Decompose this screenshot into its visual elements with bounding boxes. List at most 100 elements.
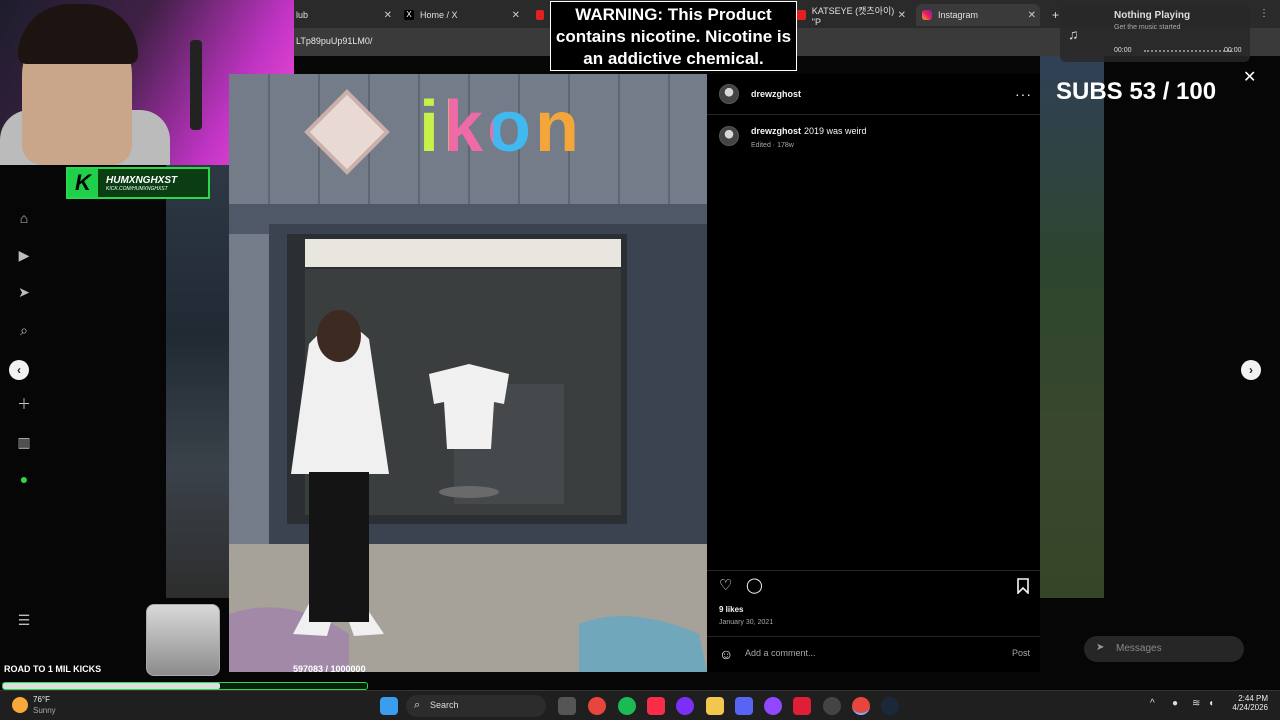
next-post-button[interactable]: ›	[1241, 360, 1261, 380]
music-note-icon: ♫	[1068, 26, 1079, 42]
tab-label: Home / X	[420, 10, 458, 20]
search-icon[interactable]: ⌕	[14, 320, 34, 340]
home-icon[interactable]: ⌂	[14, 208, 34, 228]
webcam-hair	[18, 4, 138, 64]
post-date: January 30, 2021	[719, 619, 774, 626]
tray-chevron-icon[interactable]: ^	[1150, 698, 1155, 709]
like-count[interactable]: 9 likes	[719, 605, 743, 614]
window-menu-icon[interactable]: ⋮	[1259, 8, 1269, 19]
comment-input[interactable]: Add a comment...	[745, 648, 816, 658]
music-progress	[1144, 50, 1232, 53]
obs-icon[interactable]	[823, 697, 841, 715]
caption-text: 2019 was weird	[804, 126, 867, 136]
search-label: Search	[430, 700, 459, 710]
steam-icon[interactable]	[881, 697, 899, 715]
storefront-sign: ikon	[419, 86, 583, 168]
road-count: 597083 / 1000000	[293, 664, 366, 674]
tab-x-home[interactable]: X Home / X ✕	[398, 4, 524, 26]
app-icon[interactable]	[676, 697, 694, 715]
tab-youtube[interactable]	[530, 4, 550, 26]
comment-bar: ☺ Add a comment... Post	[707, 642, 1040, 666]
clock-date: 4/24/2026	[1232, 703, 1268, 712]
subs-goal: SUBS 53 / 100	[1056, 78, 1217, 105]
music-app-icon[interactable]	[647, 697, 665, 715]
comment-divider	[707, 636, 1040, 637]
weather-temp[interactable]: 76°F	[33, 695, 50, 704]
instagram-icon	[922, 10, 932, 20]
dashboard-icon[interactable]: ▥	[14, 432, 34, 452]
x-icon: X	[404, 10, 414, 20]
system-clock[interactable]: 2:44 PM 4/24/2026	[1226, 694, 1268, 712]
tab-instagram[interactable]: Instagram ✕	[916, 4, 1040, 26]
spotify-icon[interactable]	[618, 697, 636, 715]
more-menu-icon[interactable]: ☰	[14, 610, 34, 630]
reels-icon[interactable]: ▶	[14, 245, 34, 265]
emoji-icon[interactable]: ☺	[719, 646, 733, 662]
post-image[interactable]: ikon	[229, 74, 707, 672]
post-comment-button[interactable]: Post	[1012, 648, 1030, 658]
send-icon: ➤	[1096, 642, 1105, 653]
tab-label: KATSEYE (캣츠아이) "P	[811, 5, 895, 27]
new-tab-button[interactable]: +	[1046, 4, 1060, 26]
url-text[interactable]: LTp89puUp91LM0/	[296, 36, 372, 46]
file-explorer-icon[interactable]	[706, 697, 724, 715]
close-icon[interactable]: ✕	[1028, 10, 1036, 21]
twitch-icon[interactable]	[764, 697, 782, 715]
tab-katseye[interactable]: KATSEYE (캣츠아이) "P ✕	[790, 4, 910, 27]
tab-label: lub	[296, 10, 309, 20]
task-view-icon[interactable]	[558, 697, 576, 715]
tab-github[interactable]: lub ✕	[290, 4, 396, 26]
heart-icon[interactable]: ♡	[719, 578, 732, 593]
direct-icon[interactable]: ➤	[14, 282, 34, 302]
kick-jar	[146, 604, 220, 676]
previous-post-button[interactable]: ‹	[9, 360, 29, 380]
kick-badge: K HUMXNGHXST KICK.COM/HUMXNGHXST	[66, 167, 210, 199]
create-icon[interactable]: ＋	[14, 394, 34, 414]
music-time-start: 00:00	[1114, 47, 1132, 54]
comment-icon[interactable]: ◯	[746, 578, 763, 593]
weather-desc[interactable]: Sunny	[33, 706, 56, 715]
youtube-icon	[536, 10, 544, 20]
microphone	[190, 40, 202, 130]
road-progress-fill	[3, 683, 221, 689]
music-title: Nothing Playing	[1114, 10, 1191, 21]
taskbar-search[interactable]: ⌕ Search	[406, 695, 546, 717]
kick-logo-icon: K	[68, 169, 98, 197]
author-avatar[interactable]	[719, 84, 739, 104]
chrome-icon[interactable]	[588, 697, 606, 715]
music-subtitle: Get the music started	[1114, 24, 1181, 31]
messages-button[interactable]: ➤ Messages	[1084, 636, 1244, 662]
search-icon: ⌕	[414, 699, 421, 711]
app-red-icon[interactable]	[793, 697, 811, 715]
music-widget: ♫ Nothing Playing Get the music started …	[1060, 6, 1250, 62]
close-icon[interactable]: ✕	[512, 10, 520, 21]
youtube-icon	[796, 10, 806, 20]
header-divider	[707, 114, 1040, 115]
edited-meta: Edited · 178w	[751, 142, 794, 149]
tab-label: Instagram	[938, 10, 979, 20]
road-label: ROAD TO 1 MIL KICKS	[4, 664, 102, 674]
volume-icon[interactable]: ◖	[1208, 698, 1214, 709]
discord-icon[interactable]	[735, 697, 753, 715]
bookmark-icon[interactable]	[1016, 578, 1030, 597]
clock-time: 2:44 PM	[1238, 694, 1268, 703]
close-icon[interactable]: ✕	[898, 10, 906, 21]
sign-text: ikon	[419, 87, 584, 167]
weather-sun-icon[interactable]	[12, 697, 28, 713]
background-post-left	[166, 160, 230, 598]
wifi-icon[interactable]: ≋	[1192, 698, 1200, 709]
close-icon[interactable]: ✕	[384, 10, 392, 21]
kick-channel-url: KICK.COM/HUMXNGHXST	[106, 185, 168, 192]
profile-avatar-icon[interactable]: ●	[14, 469, 34, 489]
road-progress-bar	[2, 682, 368, 690]
more-options-icon[interactable]: ···	[1015, 86, 1032, 102]
background-post-right	[1040, 56, 1104, 598]
caption-avatar[interactable]	[719, 126, 739, 146]
close-icon[interactable]: ✕	[1243, 67, 1256, 87]
microphone-icon[interactable]: ●	[1172, 698, 1178, 709]
windows-start-icon[interactable]	[380, 697, 398, 715]
caption-username[interactable]: drewzghost	[751, 126, 801, 136]
chrome-active-icon[interactable]	[852, 697, 870, 715]
kick-channel-name: HUMXNGHXST	[106, 174, 178, 186]
author-username[interactable]: drewzghost	[751, 89, 801, 99]
